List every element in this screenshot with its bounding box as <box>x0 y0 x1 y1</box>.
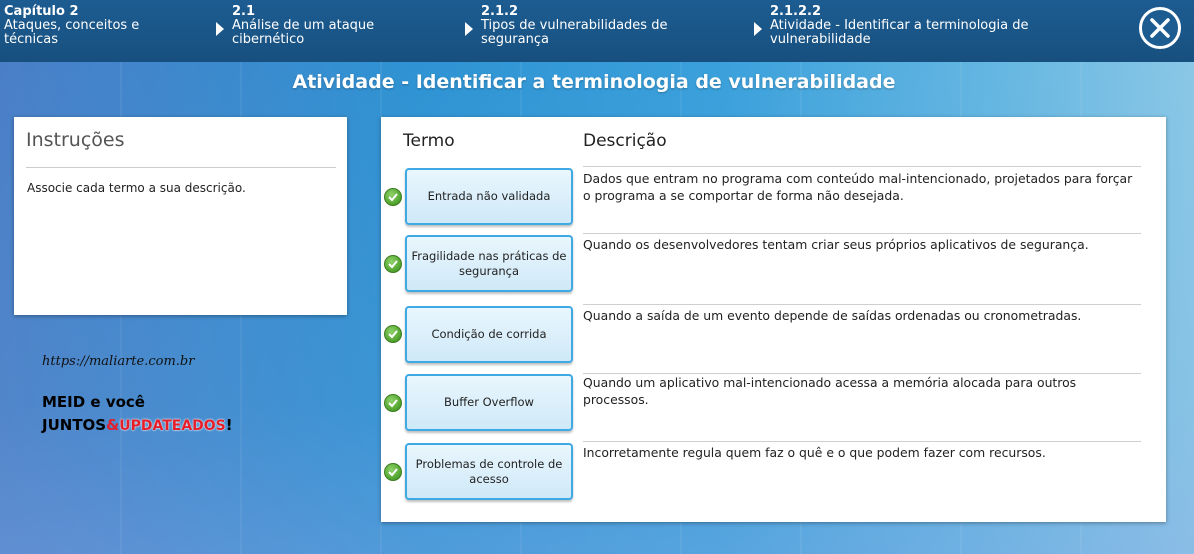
term-card[interactable]: Buffer Overflow <box>405 374 573 431</box>
row-divider <box>583 304 1141 305</box>
column-header-term: Termo <box>403 131 455 151</box>
check-icon <box>384 188 402 206</box>
watermark-url: https://maliarte.com.br <box>42 354 195 369</box>
check-icon <box>384 255 402 273</box>
breadcrumb-number: Capítulo 2 <box>4 4 79 19</box>
check-icon <box>384 463 402 481</box>
column-header-description: Descrição <box>583 131 667 151</box>
promo-word-red: UPDATEADOS <box>119 418 226 434</box>
breadcrumb-activity[interactable]: 2.1.2.2 Atividade - Identificar a termin… <box>770 5 1070 47</box>
breadcrumb-number: 2.1.2.2 <box>770 4 821 19</box>
breadcrumb-text: Atividade - Identificar a terminologia d… <box>770 18 1029 47</box>
instructions-text: Associe cada termo a sua descrição. <box>27 181 246 195</box>
divider <box>26 167 336 168</box>
term-card[interactable]: Condição de corrida <box>405 306 573 363</box>
promo-exclamation: ! <box>225 416 233 434</box>
description-text: Quando os desenvolvedores tentam criar s… <box>583 237 1089 252</box>
breadcrumb-number: 2.1 <box>232 4 256 19</box>
page-title: Atividade - Identificar a terminologia d… <box>292 71 896 93</box>
row-divider <box>583 441 1141 442</box>
term-card[interactable]: Entrada não validada <box>405 168 573 225</box>
row-divider <box>583 233 1141 234</box>
breadcrumb-text: Ataques, conceitos e técnicas <box>4 18 140 47</box>
breadcrumb-text: Análise de um ataque cibernético <box>232 18 375 47</box>
check-icon <box>384 325 402 343</box>
promo-word: JUNTOS <box>42 416 107 434</box>
term-card[interactable]: Problemas de controle de acesso <box>405 443 573 500</box>
close-button[interactable] <box>1139 7 1181 49</box>
instructions-panel: Instruções Associe cada termo a sua desc… <box>14 117 347 315</box>
instructions-heading: Instruções <box>26 129 125 151</box>
term-card[interactable]: Fragilidade nas práticas de segurança <box>405 235 573 292</box>
description-text: Incorretamente regula quem faz o quê e o… <box>583 445 1046 460</box>
matching-panel: Termo Descrição Entrada não validada Dad… <box>381 117 1166 522</box>
row-divider <box>583 166 1141 167</box>
close-icon <box>1150 18 1170 38</box>
promo-line-1: MEID e você <box>42 393 145 411</box>
description-text: Quando um aplicativo mal-intencionado ac… <box>583 375 1077 407</box>
header-breadcrumb-bar: Capítulo 2 Ataques, conceitos e técnicas… <box>0 0 1194 62</box>
description-text: Dados que entram no programa com conteúd… <box>583 171 1133 203</box>
triangle-right-icon <box>754 22 762 36</box>
breadcrumb-section[interactable]: 2.1 Análise de um ataque cibernético <box>232 5 422 47</box>
breadcrumb-text: Tipos de vulnerabilidades de segurança <box>481 18 668 47</box>
check-icon <box>384 394 402 412</box>
triangle-right-icon <box>216 22 224 36</box>
breadcrumb-number: 2.1.2 <box>481 4 519 19</box>
description-text: Quando a saída de um evento depende de s… <box>583 308 1082 323</box>
promo-line-2: JUNTOS&UPDATEADOS! <box>42 416 233 434</box>
breadcrumb-subsection[interactable]: 2.1.2 Tipos de vulnerabilidades de segur… <box>481 5 711 47</box>
promo-ampersand: & <box>106 416 120 434</box>
triangle-right-icon <box>465 22 473 36</box>
breadcrumb-chapter[interactable]: Capítulo 2 Ataques, conceitos e técnicas <box>4 5 194 47</box>
